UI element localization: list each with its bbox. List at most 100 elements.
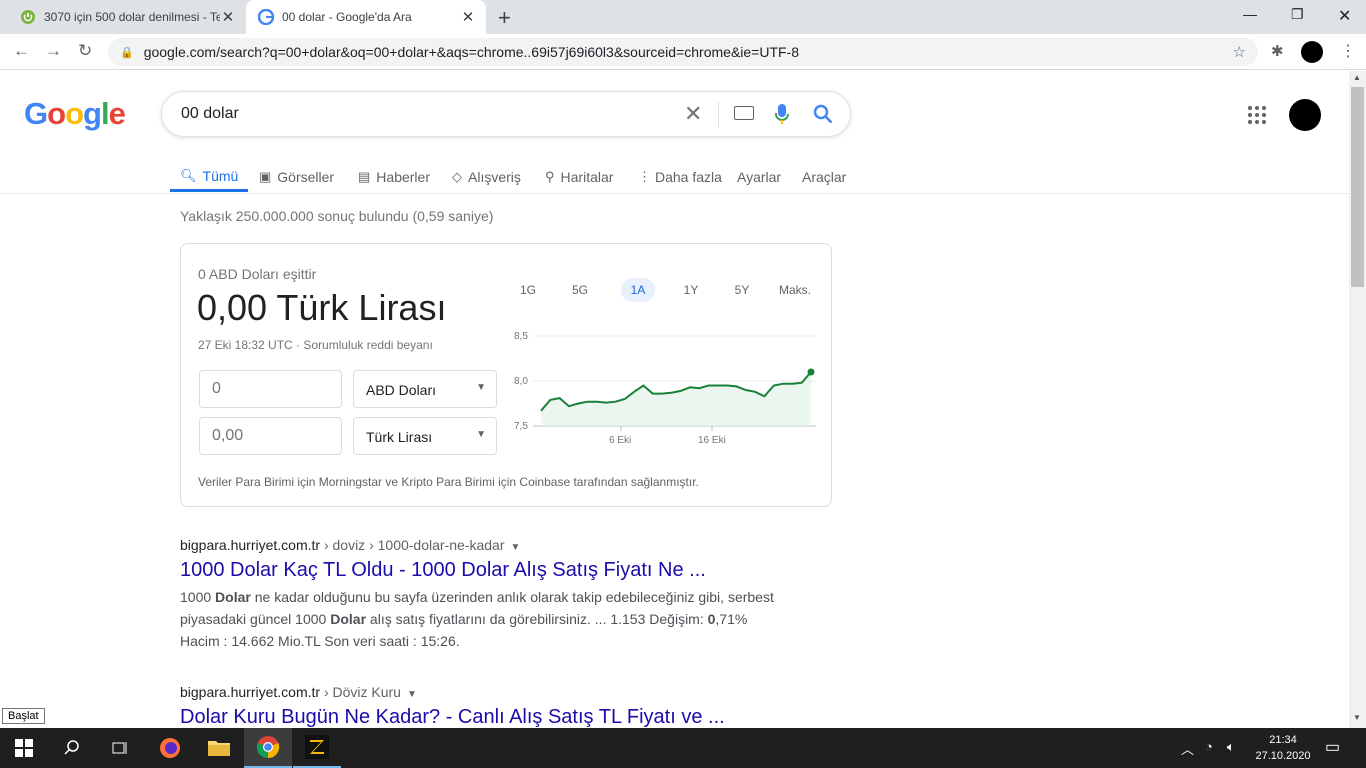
network-icon[interactable]: ◔ — [1205, 739, 1213, 754]
google-logo[interactable]: Google — [24, 96, 126, 132]
chrome-taskbar-icon[interactable] — [244, 728, 292, 768]
tab-tools[interactable]: Araçlar — [802, 162, 846, 192]
tab-all[interactable]: 🔍︎ Tümü — [170, 162, 249, 192]
result-url[interactable]: bigpara.hurriyet.com.tr › doviz › 1000-d… — [180, 537, 790, 553]
from-currency-select[interactable]: ABD Doları ▼ — [353, 370, 497, 408]
data-source-note: Veriler Para Birimi için Morningstar ve … — [198, 475, 699, 489]
reload-icon[interactable]: ↻ — [78, 41, 92, 61]
y-tick-label: 8,0 — [514, 376, 528, 387]
tag-icon: ◇ — [452, 169, 462, 184]
range-max[interactable]: Maks. — [776, 278, 814, 302]
browser-tab[interactable]: 3070 için 500 dolar denilmesi - Te ✕ — [8, 0, 246, 34]
x-tick-label: 16 Eki — [698, 435, 726, 446]
result-url[interactable]: bigpara.hurriyet.com.tr › Döviz Kuru ▼ — [180, 684, 725, 700]
browser-toolbar: ← → ↻ 🔒 google.com/search?q=00+dolar&oq=… — [0, 34, 1366, 70]
taskbar-clock[interactable]: 21:34 27.10.2020 — [1248, 732, 1318, 764]
range-1m[interactable]: 1A — [621, 278, 655, 302]
start-tooltip: Başlat — [2, 708, 45, 724]
dropdown-arrow-icon: ▼ — [476, 429, 486, 440]
tab-shopping[interactable]: ◇ Alışveriş — [452, 162, 521, 192]
tab-label: Görseller — [277, 169, 335, 185]
dropdown-arrow-icon: ▼ — [476, 382, 486, 393]
windows-taskbar: ︿ ◔ 🔈︎ 21:34 27.10.2020 ▭ — [0, 728, 1366, 768]
tab-label: Haritalar — [560, 169, 614, 185]
result-title-link[interactable]: Dolar Kuru Bugün Ne Kadar? - Canlı Alış … — [180, 706, 725, 729]
browser-tab-active[interactable]: 00 dolar - Google'da Ara ✕ — [246, 0, 486, 34]
task-view-icon[interactable] — [96, 728, 144, 768]
tab-title: 3070 için 500 dolar denilmesi - Te — [44, 10, 220, 24]
close-window-icon[interactable]: ✕ — [1338, 6, 1351, 26]
address-bar[interactable]: 🔒 google.com/search?q=00+dolar&oq=00+dol… — [108, 38, 1258, 66]
apps-grid-icon[interactable] — [1248, 106, 1266, 124]
minimize-icon[interactable]: — — [1243, 6, 1257, 22]
chevron-down-icon[interactable]: ▼ — [510, 542, 520, 553]
scroll-down-icon[interactable]: ▼ — [1353, 713, 1361, 722]
taskbar-search-icon[interactable] — [48, 728, 96, 768]
tab-news[interactable]: ▤ Haberler — [358, 162, 430, 192]
search-input[interactable]: 00 dolar — [181, 105, 239, 123]
range-5y[interactable]: 5Y — [725, 278, 759, 302]
profile-avatar[interactable] — [1301, 41, 1323, 63]
scroll-up-icon[interactable]: ▲ — [1353, 73, 1361, 82]
range-1d[interactable]: 1G — [511, 278, 545, 302]
search-box[interactable]: 00 dolar ✕ — [161, 91, 851, 137]
forward-icon[interactable]: → — [45, 41, 62, 61]
range-5d[interactable]: 5G — [563, 278, 597, 302]
result-site: bigpara.hurriyet.com.tr — [180, 684, 321, 700]
windows-start-icon[interactable] — [0, 728, 48, 768]
to-currency-select[interactable]: Türk Lirası ▼ — [353, 417, 497, 455]
divider — [718, 102, 719, 128]
close-tab-icon[interactable]: ✕ — [220, 8, 236, 26]
firefox-icon[interactable] — [146, 728, 194, 768]
account-avatar[interactable] — [1289, 99, 1321, 131]
more-icon: ⋮ — [638, 169, 651, 184]
tab-maps[interactable]: ⚲ Haritalar — [545, 162, 613, 192]
chart-last-point — [807, 368, 815, 376]
extensions-icon[interactable]: ✱ — [1271, 42, 1284, 60]
y-tick-label: 8,5 — [514, 331, 528, 342]
tab-more[interactable]: ⋮ Daha fazla — [638, 162, 722, 192]
chrome-menu-icon[interactable]: ⋮ — [1340, 41, 1356, 61]
from-amount-input[interactable]: 0 — [199, 370, 342, 408]
lock-icon: 🔒 — [120, 46, 134, 59]
back-icon[interactable]: ← — [13, 41, 30, 61]
range-selector: 1G 5G 1A 1Y 5Y Maks. — [511, 278, 821, 302]
chevron-up-icon[interactable]: ︿ — [1181, 739, 1194, 758]
scrollbar-thumb[interactable] — [1351, 87, 1364, 287]
x-tick-label: 6 Eki — [609, 435, 631, 446]
conversion-timestamp[interactable]: 27 Eki 18:32 UTC · Sorumluluk reddi beya… — [198, 338, 433, 352]
result-title-link[interactable]: 1000 Dolar Kaç TL Oldu - 1000 Dolar Alış… — [180, 559, 790, 582]
power-favicon-icon — [21, 10, 35, 24]
new-tab-icon[interactable]: + — [498, 5, 511, 31]
to-amount-input[interactable]: 0,00 — [199, 417, 342, 455]
range-1y[interactable]: 1Y — [674, 278, 708, 302]
result-snippet: 1000 Dolar ne kadar olduğunu bu sayfa üz… — [180, 589, 774, 649]
currency-converter-card: 0 ABD Doları eşittir 0,00 Türk Lirası 27… — [180, 243, 832, 507]
search-icon: 🔍︎ — [180, 167, 197, 183]
url-text[interactable]: google.com/search?q=00+dolar&oq=00+dolar… — [144, 44, 799, 60]
notification-icon[interactable]: ▭ — [1325, 737, 1340, 757]
file-explorer-icon[interactable] — [195, 728, 243, 768]
restore-icon[interactable]: ❐ — [1291, 6, 1304, 23]
tab-images[interactable]: ▣ Görseller — [259, 162, 334, 192]
microphone-icon[interactable] — [774, 102, 790, 126]
result-path: › Döviz Kuru — [320, 684, 401, 700]
clear-search-icon[interactable]: ✕ — [684, 101, 702, 127]
pin-icon: ⚲ — [545, 169, 555, 184]
tab-label: Daha fazla — [655, 169, 722, 185]
scrollbar[interactable]: ▲ ▼ — [1349, 71, 1366, 728]
volume-icon[interactable]: 🔈︎ — [1227, 739, 1235, 755]
select-value: Türk Lirası — [366, 429, 433, 445]
search-tabs: 🔍︎ Tümü ▣ Görseller ▤ Haberler ◇ Alışver… — [0, 160, 1349, 194]
z-app-icon[interactable] — [293, 728, 341, 768]
close-tab-icon[interactable]: ✕ — [460, 8, 476, 26]
chevron-down-icon[interactable]: ▼ — [407, 689, 417, 700]
result-path: › doviz › 1000-dolar-ne-kadar — [320, 537, 505, 553]
tab-settings[interactable]: Ayarlar — [737, 162, 781, 192]
tab-label: Haberler — [376, 169, 430, 185]
search-icon[interactable] — [812, 103, 834, 125]
bookmark-star-icon[interactable]: ☆ — [1233, 43, 1246, 61]
result-stats: Yaklaşık 250.000.000 sonuç bulundu (0,59… — [180, 208, 494, 224]
keyboard-icon[interactable] — [734, 106, 754, 120]
search-result: bigpara.hurriyet.com.tr › doviz › 1000-d… — [180, 537, 790, 652]
